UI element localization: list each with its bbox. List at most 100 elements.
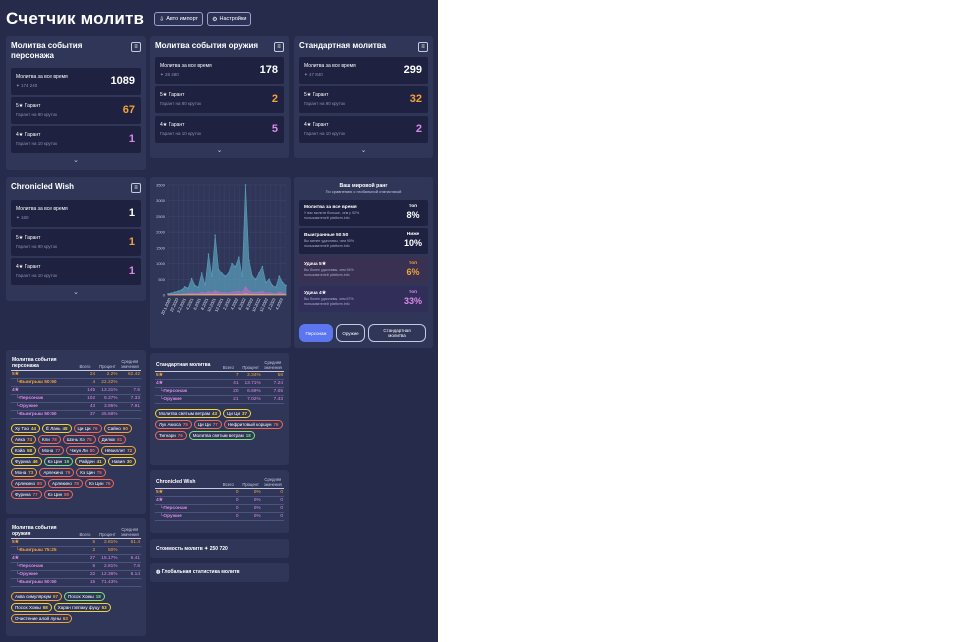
menu-icon[interactable]: ≡ — [131, 42, 141, 52]
rank-desc: Вы более удачливы, чем 67% пользователей… — [304, 297, 354, 306]
item-tag: Дилюк 81 — [97, 435, 127, 444]
data-point[interactable] — [170, 292, 173, 294]
tag-name: Молитва святым ветрам — [159, 411, 211, 416]
data-point[interactable] — [177, 290, 179, 293]
data-point[interactable] — [173, 291, 176, 293]
data-point[interactable] — [281, 281, 284, 284]
wish-cost-label: Стоимость молитв — [156, 546, 203, 552]
tag-count: 37 — [241, 411, 247, 416]
tag-count: 60 — [122, 426, 128, 431]
data-point[interactable] — [167, 292, 169, 295]
data-point[interactable] — [207, 253, 210, 255]
stat-label: 5★ Гарант — [16, 235, 41, 241]
data-point[interactable] — [234, 265, 237, 268]
stat-value: 2 — [415, 123, 422, 135]
tag-count: 75 — [182, 422, 188, 427]
item-tag: Кэ Цин 19 — [43, 457, 74, 466]
data-point[interactable] — [244, 184, 247, 186]
data-point[interactable] — [217, 269, 220, 271]
item-tag: Фурина 77 — [11, 490, 42, 499]
stat-label: Молитва за все время — [160, 63, 212, 69]
chevron-down-icon[interactable]: ⌄ — [361, 146, 367, 154]
stat-sub: Гарант на 90 круток — [16, 112, 58, 117]
tag-count: 18 — [245, 433, 251, 438]
cell-value: 102 — [73, 394, 97, 403]
data-point[interactable] — [248, 259, 250, 262]
auto-import-button[interactable]: ⇩ Авто импорт — [154, 12, 204, 26]
tag-name: Мона — [15, 470, 27, 475]
rank-value: 8% — [406, 210, 420, 220]
stat-label: 4★ Гарант — [304, 122, 329, 128]
data-point[interactable] — [200, 272, 203, 274]
data-point[interactable] — [227, 272, 230, 274]
cell-value: 7.02% — [239, 395, 262, 404]
tag-name: Ци Ци — [197, 422, 211, 427]
data-point[interactable] — [275, 286, 277, 288]
y-tick-label: 0 — [163, 293, 166, 298]
data-point[interactable] — [238, 256, 240, 259]
data-point[interactable] — [221, 272, 223, 274]
table-row: └Оружие 0 0% 0 — [155, 512, 284, 521]
stat-value: 5 — [271, 123, 278, 135]
data-point[interactable] — [184, 286, 186, 288]
table-row: 5★ 7 2.34% 58 — [155, 371, 284, 380]
data-point[interactable] — [264, 281, 267, 284]
tag-count: 76 — [177, 433, 183, 438]
stat-value: 67 — [122, 104, 135, 116]
data-point[interactable] — [241, 275, 243, 277]
cell-value: 145 — [73, 386, 97, 395]
data-point[interactable] — [180, 289, 183, 291]
cell-value: 24 — [73, 370, 97, 379]
rank-standard-button[interactable]: Стандартная молитва — [368, 324, 426, 342]
data-point[interactable] — [211, 275, 213, 277]
menu-icon[interactable]: ≡ — [274, 42, 284, 52]
data-point[interactable] — [254, 278, 257, 281]
data-point[interactable] — [214, 234, 216, 237]
data-point[interactable] — [224, 275, 227, 277]
data-point[interactable] — [187, 287, 190, 289]
stat-label: Молитва за все время — [304, 63, 356, 69]
tag-name: Сайно — [107, 426, 121, 431]
cell-value: 41 — [217, 379, 240, 388]
data-point[interactable] — [258, 272, 260, 274]
row-name: └Оружие — [155, 512, 218, 521]
column-header: Средняя значения — [118, 524, 141, 539]
menu-icon[interactable]: ≡ — [131, 183, 141, 193]
stat-row: Молитва за все время ✦ 28 480 178 — [155, 57, 284, 84]
rank-prefix: топ — [408, 261, 418, 266]
tag-count: 77 — [32, 492, 38, 497]
data-point[interactable] — [197, 286, 200, 288]
cell-value: 12.36% — [96, 570, 119, 579]
rank-character-button[interactable]: Персонаж — [299, 324, 333, 342]
data-point[interactable] — [204, 284, 206, 286]
y-tick-label: 2000 — [156, 230, 166, 235]
weapon-banner-card: Молитва события оружия ≡ Молитва за все вр… — [150, 36, 289, 158]
data-point[interactable] — [268, 278, 270, 281]
menu-icon[interactable]: ≡ — [418, 42, 428, 52]
chevron-down-icon[interactable]: ⌄ — [73, 288, 79, 296]
tag-name: Посох Хомы — [15, 605, 41, 610]
cell-value: 13.71% — [239, 379, 262, 388]
tag-name: Фурина — [15, 492, 31, 497]
item-tag: Тигнари 76 — [155, 431, 187, 440]
tag-count: 77 — [212, 422, 218, 427]
chevron-down-icon[interactable]: ⌄ — [217, 146, 223, 154]
cell-value: 43 — [73, 402, 97, 411]
row-name: └Оружие — [11, 402, 74, 411]
data-point[interactable] — [190, 277, 193, 280]
data-point[interactable] — [285, 284, 287, 287]
data-point[interactable] — [261, 265, 264, 268]
data-point[interactable] — [278, 275, 281, 277]
stat-row: 5★ Гарант Гарант на 90 круток 67 — [11, 97, 141, 124]
settings-button[interactable]: ⚙ Настройки — [207, 12, 252, 26]
data-point[interactable] — [251, 275, 254, 277]
tag-name: Лук Амоса — [159, 422, 181, 427]
page-title: Счетчик молитв — [6, 9, 145, 28]
data-point[interactable] — [231, 262, 233, 265]
data-point[interactable] — [194, 284, 196, 287]
global-stats-link[interactable]: ◍ Глобальная статистика молитв — [150, 563, 289, 582]
rank-weapon-button[interactable]: Оружие — [336, 324, 365, 342]
data-point[interactable] — [271, 284, 274, 287]
cell-value: 58 — [261, 371, 284, 380]
chevron-down-icon[interactable]: ⌄ — [73, 156, 79, 164]
